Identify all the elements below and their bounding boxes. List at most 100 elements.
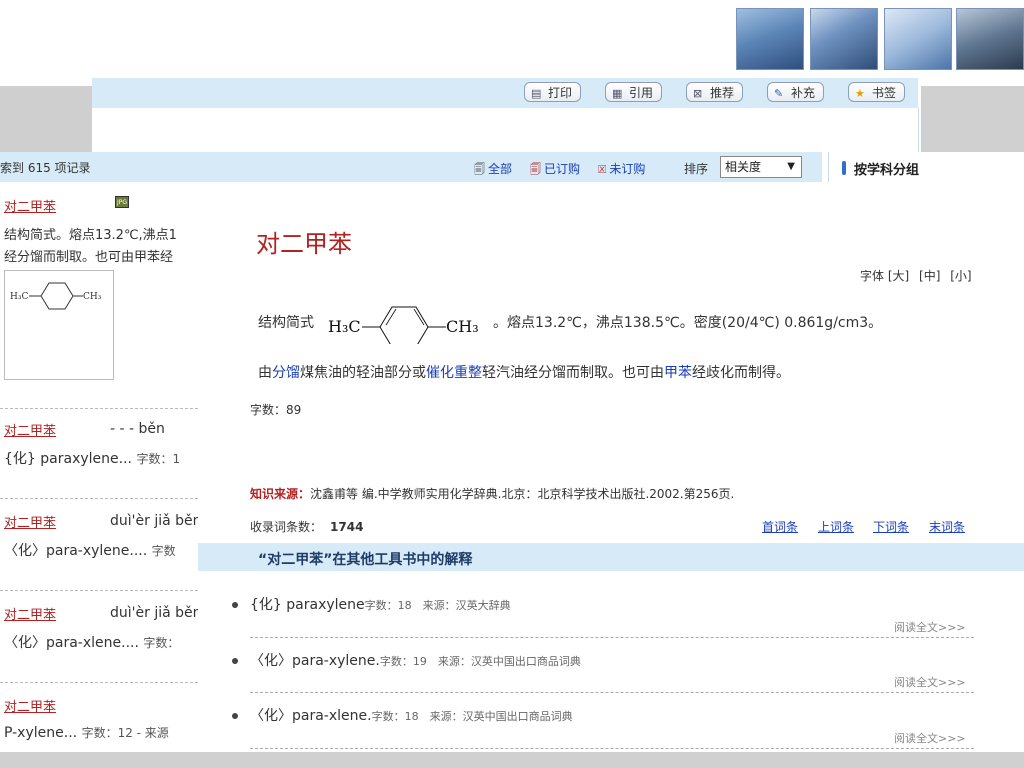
print-button[interactable]: ▤ 打印 xyxy=(524,82,582,102)
researcher-thumbnail[interactable] xyxy=(810,8,878,70)
filter-subscribed-label: 已订购 xyxy=(544,162,581,176)
other-item-2-meta: 字数：19 来源：汉英中国出口商品词典 xyxy=(379,655,581,668)
result-desc-1a: 结构简式。熔点13.2℃,沸点1 xyxy=(4,228,177,243)
filter-all-link[interactable]: 🗐 全部 xyxy=(474,160,512,180)
read-more-link-3[interactable]: 阅读全文>>> xyxy=(894,730,966,746)
result-text-2: {化} paraxylene... 字数：1 xyxy=(4,448,180,468)
result-title-4[interactable]: 对二甲苯 xyxy=(4,604,56,623)
result-text-3-value: 〈化〉para-xylene.... xyxy=(4,543,148,559)
unsubscribed-icon: 🗵 xyxy=(598,163,607,176)
bookmark-label: 书签 xyxy=(872,86,897,100)
result-meta-5: 字数：12 - 来源 xyxy=(81,726,169,740)
benzene-formula-icon: H₃C CH₃ xyxy=(328,306,479,344)
result-text-5: P-xylene... 字数：12 - 来源 xyxy=(4,724,169,741)
world-map-thumbnail[interactable] xyxy=(884,8,952,70)
first-entry-link[interactable]: 首词条 xyxy=(762,518,798,535)
result-pinyin-4: duì'èr jiǎ běn xyxy=(110,605,202,621)
print-label: 打印 xyxy=(548,86,573,100)
result-meta-3: 字数 xyxy=(151,544,176,558)
chevron-down-icon: ▼ xyxy=(787,161,795,172)
sort-select[interactable]: 相关度 ▼ xyxy=(720,156,802,178)
result-text-4-value: 〈化〉para-xlene.... xyxy=(4,635,139,651)
other-divider xyxy=(250,637,974,638)
knowledge-source: 知识来源：沈鑫甫等 编.中学教师实用化学辞典.北京：北京科学技术出版社.2002… xyxy=(250,485,734,502)
read-more-link-2[interactable]: 阅读全文>>> xyxy=(894,674,966,690)
bullet-icon xyxy=(232,602,238,608)
entry-title: 对二甲苯 xyxy=(256,230,352,258)
bullet-icon xyxy=(232,658,238,664)
result-divider xyxy=(0,682,198,683)
record-count: 搜索到 615 项记录 xyxy=(0,161,91,175)
sort-value: 相关度 xyxy=(725,160,762,174)
total-label: 收录词条数： xyxy=(250,520,323,534)
pencil-icon: ✎ xyxy=(774,87,784,100)
lab-flasks-thumbnail[interactable] xyxy=(736,8,804,70)
result-pinyin-3: duì'èr jiǎ běn xyxy=(110,513,202,529)
recommend-label: 推荐 xyxy=(710,86,735,100)
filter-subscribed-link[interactable]: 🗐 已订购 xyxy=(530,160,580,180)
recommend-icon: ⊠ xyxy=(693,87,703,100)
font-small-link[interactable]: [小] xyxy=(950,269,971,283)
result-pinyin-2: - - - běn xyxy=(110,421,165,437)
recommend-button[interactable]: ⊠ 推荐 xyxy=(686,82,744,102)
last-entry-link[interactable]: 末词条 xyxy=(929,518,965,535)
formula-right-group: CH₃ xyxy=(446,317,479,336)
struct-label: 结构简式 xyxy=(258,315,314,331)
result-meta-2: 字数：1 xyxy=(136,452,181,466)
formula-left-group: H₃C xyxy=(328,317,361,336)
bottom-scrollbar[interactable] xyxy=(0,752,1024,768)
font-size-controls: 字体 [大] [中] [小] xyxy=(860,267,972,284)
printer-icon: ▤ xyxy=(531,87,542,100)
filter-all-label: 全部 xyxy=(488,162,513,176)
definition-structure-line: 结构简式 H₃C CH₃ 。熔点13.2℃，沸点138.5℃。密度(20/4℃)… xyxy=(258,304,998,344)
other-item-2-text: 〈化〉para-xylene. xyxy=(250,653,380,669)
result-divider xyxy=(0,498,198,499)
filter-unsubscribed-link[interactable]: 🗵 未订购 xyxy=(598,160,645,177)
catalytic-reforming-link[interactable]: 催化重整 xyxy=(426,365,482,381)
total-value: 1744 xyxy=(330,520,364,534)
other-divider xyxy=(250,692,974,693)
prev-entry-link[interactable]: 上词条 xyxy=(818,518,854,535)
left-gray-panel xyxy=(0,86,92,152)
subscribed-icon: 🗐 xyxy=(530,163,541,176)
font-large-link[interactable]: [大] xyxy=(888,269,909,283)
toolbar-body xyxy=(92,108,919,152)
bookmark-button[interactable]: ★ 书签 xyxy=(848,82,906,102)
benzene-structure-icon: H₃C CH₃ xyxy=(10,282,102,310)
result-text-5-value: P-xylene... xyxy=(4,725,78,741)
toluene-link[interactable]: 甲苯 xyxy=(664,365,692,381)
result-divider xyxy=(0,590,198,591)
prep-text-d: 经歧化而制得。 xyxy=(692,365,790,381)
result-title-1[interactable]: 对二甲苯 xyxy=(4,196,56,215)
structure-left-group: H₃C xyxy=(10,292,28,302)
result-text-2-value: {化} paraxylene... xyxy=(4,451,132,467)
result-text-3: 〈化〉para-xylene.... 字数 xyxy=(4,540,176,560)
other-item-2[interactable]: 〈化〉para-xylene.字数：19 来源：汉英中国出口商品词典 xyxy=(250,650,581,670)
font-medium-link[interactable]: [中] xyxy=(919,269,940,283)
cite-label: 引用 xyxy=(629,86,654,100)
result-title-2[interactable]: 对二甲苯 xyxy=(4,420,56,439)
other-item-1[interactable]: {化} paraxylene字数：18 来源：汉英大辞典 xyxy=(250,594,511,614)
supplement-button[interactable]: ✎ 补充 xyxy=(767,82,825,102)
cite-icon: ▦ xyxy=(612,87,623,100)
fractionation-link[interactable]: 分馏 xyxy=(272,365,300,381)
result-title-5[interactable]: 对二甲苯 xyxy=(4,696,56,715)
other-item-3[interactable]: 〈化〉para-xlene.字数：18 来源：汉英中国出口商品词典 xyxy=(250,705,573,725)
structure-thumbnail[interactable]: H₃C CH₃ xyxy=(4,270,114,380)
subject-group-title[interactable]: 按学科分组 xyxy=(854,159,919,178)
font-size-label: 字体 xyxy=(860,269,885,283)
other-item-1-text: {化} paraxylene xyxy=(250,597,365,613)
source-label: 知识来源： xyxy=(250,487,311,501)
result-text-4: 〈化〉para-xlene.... 字数： xyxy=(4,632,179,652)
cite-button[interactable]: ▦ 引用 xyxy=(605,82,663,102)
next-entry-link[interactable]: 下词条 xyxy=(873,518,909,535)
result-title-3[interactable]: 对二甲苯 xyxy=(4,512,56,531)
prep-text-c: 轻汽油经分馏而制取。也可由 xyxy=(482,365,664,381)
prep-text-b: 煤焦油的轻油部分或 xyxy=(300,365,426,381)
total-entries: 收录词条数： 1744 xyxy=(250,518,363,535)
lecture-hall-thumbnail[interactable] xyxy=(956,8,1024,70)
image-icon[interactable]: JPG xyxy=(115,196,129,208)
read-more-link-1[interactable]: 阅读全文>>> xyxy=(894,619,966,635)
other-item-3-meta: 字数：18 来源：汉英中国出口商品词典 xyxy=(371,710,573,723)
definition-preparation-line: 由分馏煤焦油的轻油部分或催化重整轻汽油经分馏而制取。也可由甲苯经歧化而制得。 xyxy=(258,362,790,382)
